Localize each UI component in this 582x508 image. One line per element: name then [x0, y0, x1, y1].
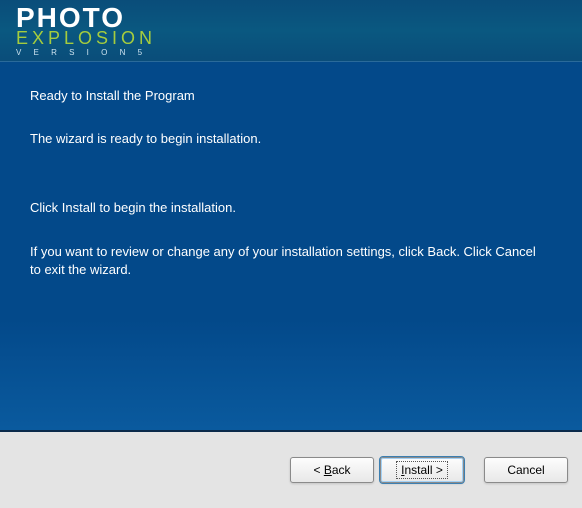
button-bar: < Back Install > Cancel [0, 432, 582, 508]
product-logo: PHOTO EXPLOSION V E R S I O N 5 [16, 5, 156, 57]
header-banner: PHOTO EXPLOSION V E R S I O N 5 [0, 0, 582, 62]
install-button[interactable]: Install > [380, 457, 464, 483]
logo-line-2: EXPLOSION [16, 30, 156, 46]
logo-line-1: PHOTO [16, 5, 156, 30]
content-panel: Ready to Install the Program The wizard … [0, 62, 582, 432]
cancel-button-label: Cancel [507, 463, 544, 477]
click-install-text: Click Install to begin the installation. [30, 200, 552, 215]
review-settings-text: If you want to review or change any of y… [30, 243, 550, 278]
page-title: Ready to Install the Program [30, 88, 552, 103]
back-button-label: < Back [313, 463, 350, 477]
install-button-label: Install > [401, 463, 443, 477]
logo-version: V E R S I O N 5 [16, 49, 156, 56]
cancel-button[interactable]: Cancel [484, 457, 568, 483]
wizard-ready-text: The wizard is ready to begin installatio… [30, 131, 552, 146]
back-button[interactable]: < Back [290, 457, 374, 483]
